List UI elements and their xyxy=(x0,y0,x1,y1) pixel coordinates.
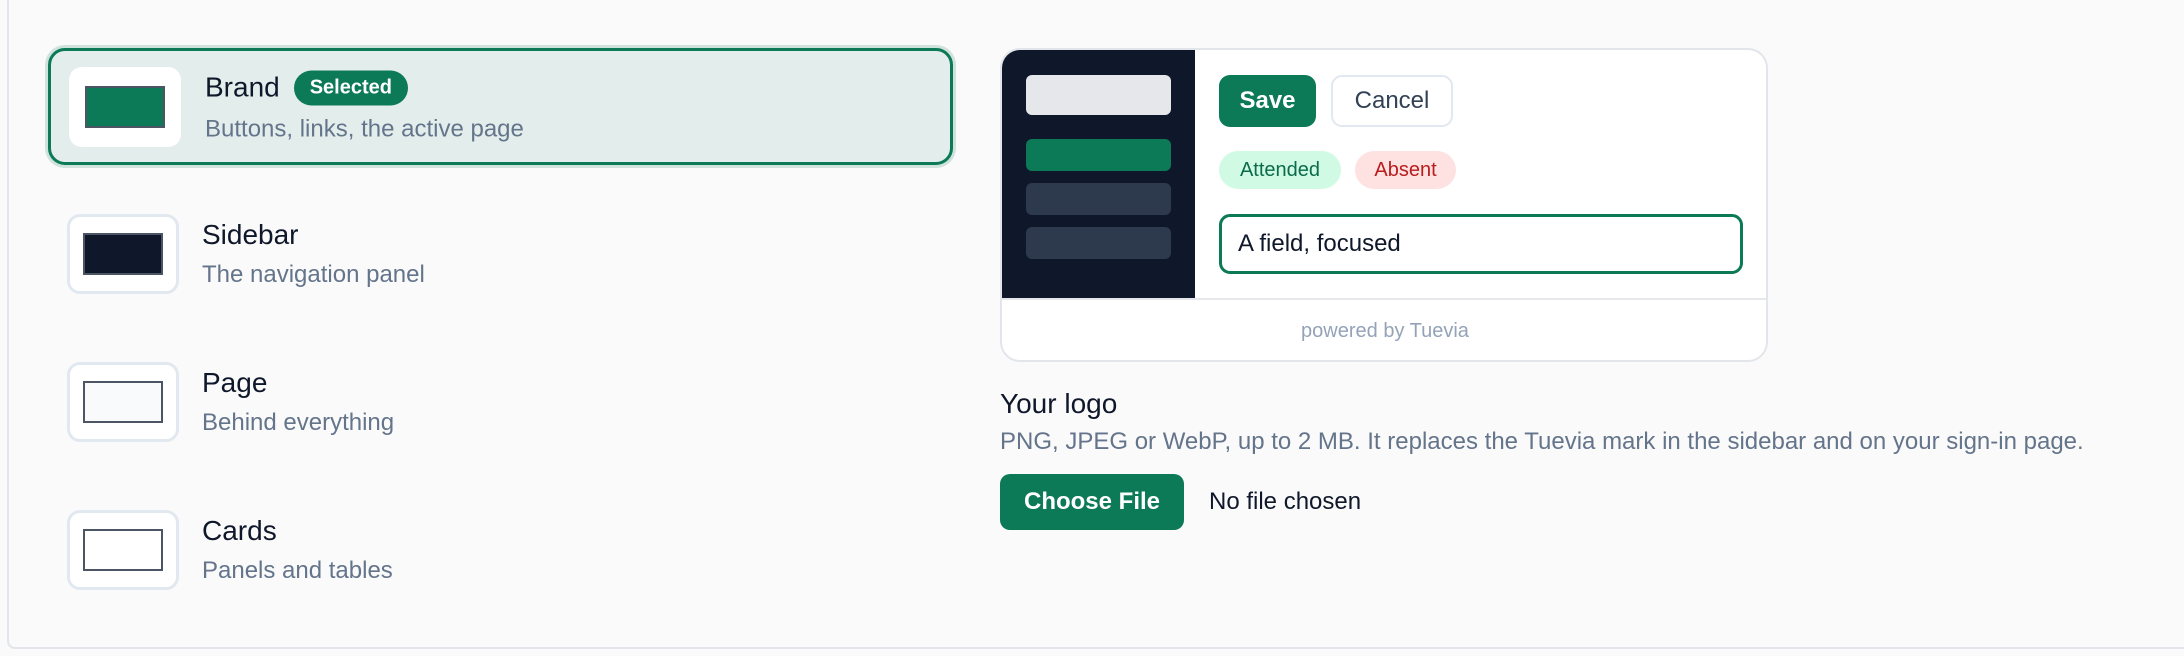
swatch-frame xyxy=(67,509,179,590)
sidebar-swatch xyxy=(83,232,163,275)
preview-main: Save Cancel Attended Absent A field, foc… xyxy=(1195,50,1766,298)
color-option-sidebar[interactable]: Sidebar The navigation panel xyxy=(48,195,953,312)
swatch-frame xyxy=(67,213,179,294)
option-title: Page xyxy=(202,366,268,398)
swatch-frame xyxy=(69,66,181,147)
preview-nav-item xyxy=(1026,227,1171,259)
page-swatch xyxy=(83,380,163,423)
file-status: No file chosen xyxy=(1209,488,1362,515)
swatch-frame xyxy=(67,361,179,442)
preview-save-button: Save xyxy=(1219,75,1316,127)
option-description: Behind everything xyxy=(202,408,395,436)
option-title: Cards xyxy=(202,514,277,546)
logo-section-title: Your logo xyxy=(1000,388,1118,419)
preview-absent-badge: Absent xyxy=(1355,151,1456,189)
preview-attended-badge: Attended xyxy=(1219,151,1341,189)
option-title: Brand xyxy=(205,71,280,103)
option-title: Sidebar xyxy=(202,218,299,250)
preview-cancel-button: Cancel xyxy=(1331,75,1453,127)
color-option-cards[interactable]: Cards Panels and tables xyxy=(48,491,953,608)
preview-nav-active xyxy=(1026,139,1171,171)
preview-logo-placeholder xyxy=(1026,75,1171,115)
option-description: Panels and tables xyxy=(202,556,393,584)
brand-swatch xyxy=(85,85,165,128)
preview-nav-item xyxy=(1026,183,1171,215)
option-description: The navigation panel xyxy=(202,260,425,288)
option-description: Buttons, links, the active page xyxy=(205,115,524,142)
logo-help-text: PNG, JPEG or WebP, up to 2 MB. It replac… xyxy=(1000,428,2084,455)
color-option-page[interactable]: Page Behind everything xyxy=(48,343,953,460)
color-option-brand[interactable]: Brand Selected Buttons, links, the activ… xyxy=(48,48,953,165)
cards-swatch xyxy=(83,528,163,571)
preview-footer: powered by Tuevia xyxy=(1002,298,1766,360)
theme-preview: Save Cancel Attended Absent A field, foc… xyxy=(1000,48,1768,362)
preview-focused-field: A field, focused xyxy=(1219,214,1743,274)
choose-file-button[interactable]: Choose File xyxy=(1000,474,1184,530)
selected-badge: Selected xyxy=(293,70,408,105)
preview-sidebar xyxy=(1002,50,1195,298)
